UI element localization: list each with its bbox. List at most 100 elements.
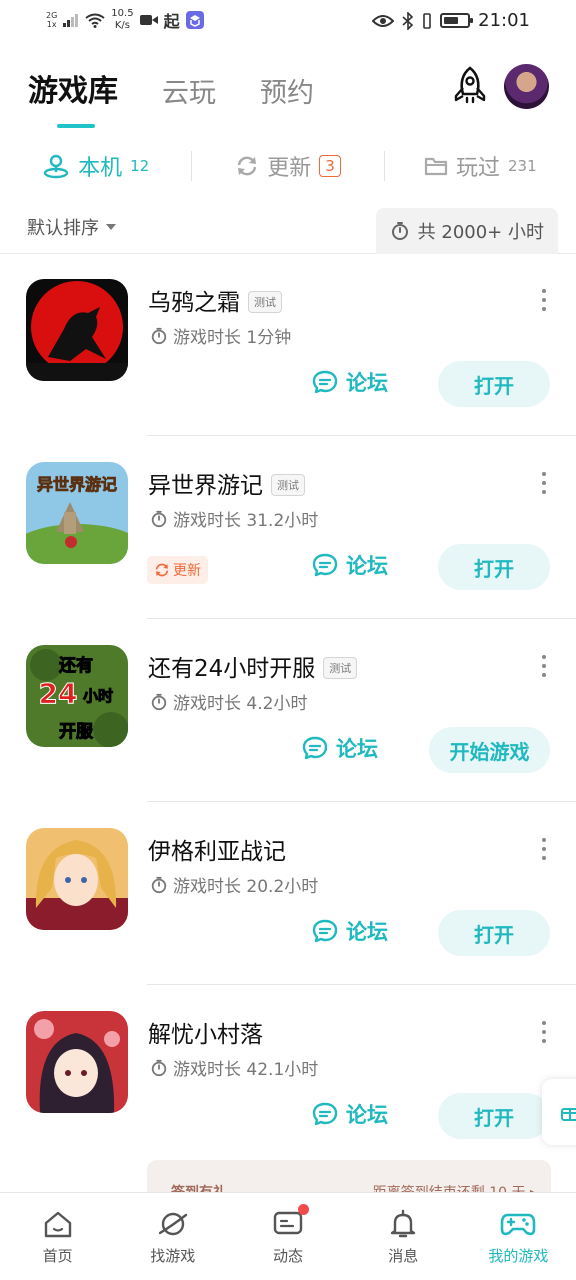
playtime-text: 游戏时长 1分钟: [173, 328, 292, 348]
game-item[interactable]: 还有 24 小时 开服 还有24小时开服 测试 游戏时长 4.2小时 论坛 开始游…: [0, 619, 576, 802]
subtab-played-count: 231: [508, 157, 537, 175]
test-tag: 测试: [248, 291, 282, 313]
game-icon-igelia[interactable]: [26, 828, 128, 930]
forum-label: 论坛: [346, 371, 388, 395]
nav-messages-label: 消息: [388, 1247, 419, 1265]
subtab-local-label: 本机: [78, 156, 123, 181]
game-playtime: 游戏时长 31.2小时: [150, 506, 318, 531]
start-game-label: 开始游戏: [449, 739, 530, 764]
nav-messages[interactable]: 消息: [346, 1193, 461, 1280]
open-label: 打开: [474, 556, 514, 581]
location-pin-icon: [43, 154, 69, 179]
game-icon-jieyou[interactable]: [26, 1011, 128, 1113]
game-icon-24h[interactable]: 还有 24 小时 开服: [26, 645, 128, 747]
open-label: 打开: [474, 373, 514, 398]
stopwatch-icon: [151, 876, 167, 893]
tab-reservation[interactable]: 预约: [260, 71, 314, 110]
open-button[interactable]: 打开: [438, 910, 550, 956]
start-game-button[interactable]: 开始游戏: [429, 727, 550, 773]
total-playtime-label: 共 2000+ 小时: [417, 222, 544, 243]
game-playtime: 游戏时长 42.1小时: [150, 1055, 318, 1080]
game-playtime: 游戏时长 1分钟: [150, 323, 291, 348]
tab-library[interactable]: 游戏库: [28, 66, 118, 128]
forum-button[interactable]: 论坛: [312, 367, 388, 397]
subtab-update-label: 更新: [267, 156, 312, 181]
floating-side-tab[interactable]: [542, 1079, 576, 1145]
status-left: 2G 1x 10.5 K/s 起: [46, 8, 204, 32]
update-label: 更新: [173, 563, 201, 579]
more-options-icon[interactable]: [536, 655, 552, 677]
speed-value: 10.5: [111, 8, 134, 19]
sub-tabs: 本机 12 更新 3 玩过 231: [0, 140, 576, 192]
speed-unit: K/s: [114, 20, 130, 31]
fantasy-landscape-artwork: 异世界游记: [26, 462, 128, 564]
open-button[interactable]: 打开: [438, 1093, 550, 1139]
open-button[interactable]: 打开: [438, 361, 550, 407]
forum-button[interactable]: 论坛: [312, 550, 388, 580]
game-icon-wuya[interactable]: [26, 279, 128, 381]
refresh-icon: [155, 563, 169, 577]
refresh-icon: [238, 156, 257, 176]
game-item[interactable]: 解忧小村落 游戏时长 42.1小时 论坛 打开: [0, 985, 576, 1168]
nav-feed[interactable]: 动态: [230, 1193, 345, 1280]
nav-find-games[interactable]: 找游戏: [115, 1193, 230, 1280]
stopwatch-icon: [151, 510, 167, 527]
game-title-text: 解忧小村落: [148, 1022, 263, 1048]
more-options-icon[interactable]: [536, 1021, 552, 1043]
sort-dropdown[interactable]: 默认排序: [27, 214, 116, 240]
signal-icon: [63, 14, 79, 27]
subtab-update[interactable]: 更新 3: [192, 150, 383, 182]
chat-bubble-icon: [312, 370, 338, 394]
app-notification-text: 起: [163, 12, 180, 31]
game-title-text: 异世界游记: [148, 473, 263, 499]
subtab-played[interactable]: 玩过 231: [385, 150, 576, 182]
update-tag[interactable]: 更新: [147, 556, 208, 584]
more-options-icon[interactable]: [536, 289, 552, 311]
game-title: 伊格利亚战记: [148, 832, 286, 866]
stopwatch-icon: [151, 1059, 167, 1076]
test-tag: 测试: [323, 657, 358, 679]
gift-icon: [561, 1108, 576, 1121]
game-item[interactable]: 乌鸦之霜 测试 游戏时长 1分钟 论坛 打开: [0, 253, 576, 436]
forum-button[interactable]: 论坛: [302, 733, 378, 763]
game-title-text: 乌鸦之霜: [148, 290, 240, 316]
subtab-local[interactable]: 本机 12: [0, 150, 191, 182]
video-icon: [139, 15, 158, 25]
total-playtime: 共 2000+ 小时: [375, 208, 558, 254]
open-button[interactable]: 打开: [438, 544, 550, 590]
icon-text-3: 小时: [83, 687, 113, 705]
gamepad-icon: [501, 1213, 536, 1236]
nav-home[interactable]: 首页: [0, 1193, 115, 1280]
playtime-text: 游戏时长 42.1小时: [173, 1060, 319, 1080]
game-icon-yishijie[interactable]: 异世界游记: [26, 462, 128, 564]
playtime-text: 游戏时长 31.2小时: [173, 511, 319, 531]
status-bar: 2G 1x 10.5 K/s 起 21:01: [0, 0, 576, 44]
subtab-local-count: 12: [130, 157, 150, 175]
forum-button[interactable]: 论坛: [312, 1099, 388, 1129]
game-title: 解忧小村落: [148, 1015, 263, 1049]
open-label: 打开: [474, 922, 514, 947]
avatar[interactable]: [504, 64, 549, 109]
forum-label: 论坛: [346, 554, 388, 578]
nav-my-games[interactable]: 我的游戏: [461, 1193, 576, 1280]
network-type-2: 1x: [46, 20, 57, 29]
forum-button[interactable]: 论坛: [312, 916, 388, 946]
rocket-icon[interactable]: [448, 64, 492, 108]
stopwatch-icon: [151, 693, 167, 710]
network-indicator: 2G 1x: [46, 11, 57, 29]
more-options-icon[interactable]: [536, 838, 552, 860]
main-tabs: 游戏库 云玩 预约: [28, 66, 314, 128]
village-girl-artwork: [26, 1011, 128, 1113]
chat-bubble-icon: [312, 553, 338, 577]
more-options-icon[interactable]: [536, 472, 552, 494]
tab-cloud-play[interactable]: 云玩: [162, 71, 216, 110]
icon-title-text: 异世界游记: [37, 475, 117, 494]
game-playtime: 游戏时长 4.2小时: [150, 689, 307, 714]
game-item[interactable]: 异世界游记 异世界游记 测试 游戏时长 31.2小时 更新 论坛 打开: [0, 436, 576, 619]
folder-icon: [424, 157, 448, 176]
stopwatch-icon: [391, 222, 408, 240]
subtab-update-badge: 3: [319, 155, 341, 177]
nav-my-games-label: 我的游戏: [488, 1247, 549, 1265]
game-item[interactable]: 伊格利亚战记 游戏时长 20.2小时 论坛 打开: [0, 802, 576, 985]
sort-label: 默认排序: [27, 218, 99, 239]
